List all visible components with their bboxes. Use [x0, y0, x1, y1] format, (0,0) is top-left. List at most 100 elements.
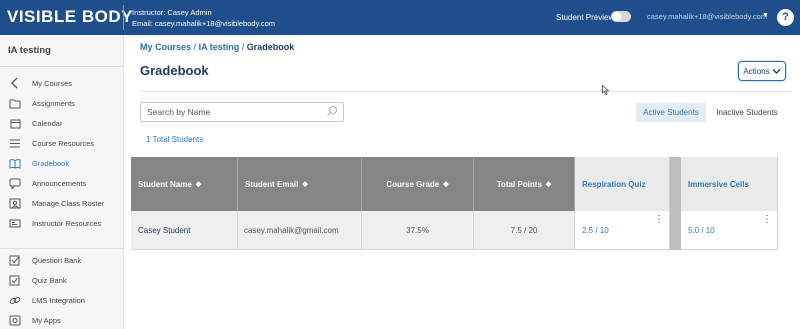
sidebar-item-label: Announcements: [32, 178, 87, 188]
cell-student-name[interactable]: Casey Student: [131, 211, 238, 250]
link-icon: [9, 294, 21, 306]
sidebar-item-my-apps[interactable]: My Apps: [0, 311, 124, 329]
sidebar-divider: [0, 66, 124, 67]
sidebar-item-label: Manage Class Roster: [32, 198, 105, 208]
column-header-student-name[interactable]: Student Name ◆: [131, 157, 238, 211]
actions-label: Actions: [743, 66, 770, 76]
instructor-email: Email: casey.mahalik+18@visiblebody.com: [132, 19, 276, 28]
sidebar-item-lms-integration[interactable]: LMS Integration: [0, 291, 124, 309]
more-options-icon[interactable]: ⋮: [762, 215, 772, 225]
sidebar-item-label: Gradebook: [32, 158, 70, 168]
column-gap: [670, 157, 681, 250]
sidebar-item-manage-class-roster[interactable]: Manage Class Roster: [0, 194, 124, 212]
toggle-knob: [612, 12, 621, 21]
sidebar-item-instructor-resources[interactable]: Instructor Resources: [0, 214, 124, 232]
mouse-cursor-icon: [602, 85, 610, 95]
column-header-label: Immersive Cells: [688, 179, 749, 189]
cell-immersive-cells[interactable]: 5.0 / 10 ⋮: [681, 211, 778, 250]
breadcrumb-separator: /: [241, 42, 245, 52]
sidebar-item-label: LMS Integration: [32, 295, 85, 305]
sidebar: IA testing My Courses Assignments Calend…: [0, 35, 124, 329]
logo-divider: [123, 5, 124, 30]
sidebar-item-label: Course Resources: [32, 138, 95, 148]
more-options-icon[interactable]: ⋮: [654, 215, 664, 225]
column-header-student-email[interactable]: Student Email ◆: [238, 157, 362, 211]
column-header-course-grade[interactable]: Course Grade ◆: [362, 157, 474, 211]
student-preview-label: Student Preview: [556, 13, 615, 22]
apps-icon: [9, 314, 21, 326]
user-menu[interactable]: casey.mahalik+18@visiblebody.com: [647, 12, 767, 21]
actions-button[interactable]: Actions: [738, 61, 786, 81]
breadcrumb-current: Gradebook: [246, 42, 295, 52]
sidebar-item-label: My Courses: [32, 78, 73, 88]
column-header-label: Student Name: [138, 179, 192, 189]
list-icon: [9, 137, 21, 149]
column-header-label: Total Points: [496, 179, 542, 189]
sidebar-item-label: Instructor Resources: [32, 218, 102, 228]
page-title: Gradebook: [140, 63, 209, 78]
sidebar-item-gradebook[interactable]: Gradebook: [0, 154, 124, 172]
student-name-link[interactable]: Casey Student: [138, 226, 190, 235]
sort-icon[interactable]: ◆: [196, 180, 201, 188]
column-header-label: Respiration Quiz: [582, 179, 646, 189]
instructor-info: Instructor: Casey Admin Email: casey.mah…: [132, 7, 275, 29]
sidebar-item-calendar[interactable]: Calendar: [0, 114, 124, 132]
total-points-text: 7.5 / 20: [510, 225, 538, 235]
course-title: IA testing: [8, 45, 51, 56]
column-header-total-points[interactable]: Total Points ◆: [474, 157, 575, 211]
book-icon: [9, 157, 21, 169]
sidebar-item-announcements[interactable]: Announcements: [0, 174, 124, 192]
help-button[interactable]: ?: [777, 9, 794, 26]
checkbox-icon: [9, 254, 21, 266]
calendar-icon: [9, 117, 21, 129]
column-header-label: Student Email: [245, 179, 299, 189]
search-icon[interactable]: [326, 105, 338, 117]
cell-course-grade: 37.5%: [362, 211, 474, 250]
filter-inactive-students[interactable]: Inactive Students: [710, 103, 784, 122]
course-grade-text: 37.5%: [406, 225, 429, 235]
cell-respiration-quiz[interactable]: 2.5 / 10 ⋮: [575, 211, 670, 250]
chevron-down-icon: [772, 68, 781, 74]
folder-icon: [9, 97, 21, 109]
column-header-label: Course Grade: [386, 179, 440, 189]
breadcrumb: My Courses / IA testing / Gradebook: [140, 42, 294, 52]
total-students-link[interactable]: 1 Total Students: [146, 135, 203, 144]
sort-icon[interactable]: ◆: [546, 180, 551, 188]
filter-active-students[interactable]: Active Students: [636, 103, 706, 122]
sidebar-item-quiz-bank[interactable]: Quiz Bank: [0, 271, 124, 289]
student-preview-toggle[interactable]: [611, 11, 631, 22]
title-divider: [140, 91, 792, 92]
chevron-left-icon: [9, 77, 21, 89]
gradebook-table: Student Name ◆ Student Email ◆ Course Grad…: [131, 157, 792, 250]
sidebar-item-label: Quiz Bank: [32, 275, 67, 285]
sidebar-divider: [0, 248, 124, 249]
column-header-immersive-cells[interactable]: Immersive Cells: [681, 157, 778, 211]
visible-body-logo[interactable]: VISIBLE BODY: [7, 6, 133, 28]
cell-total-points: 7.5 / 20: [474, 211, 575, 250]
sidebar-item-assignments[interactable]: Assignments: [0, 94, 124, 112]
sidebar-item-label: Assignments: [32, 98, 75, 108]
sort-icon[interactable]: ◆: [302, 180, 307, 188]
sidebar-item-label: Question Bank: [32, 255, 82, 265]
quiz-score-link[interactable]: 5.0 / 10: [688, 226, 715, 235]
quiz-score-link[interactable]: 2.5 / 10: [582, 226, 609, 235]
chat-icon: [9, 177, 21, 189]
sidebar-item-course-resources[interactable]: Course Resources: [0, 134, 124, 152]
cell-student-email: casey.mahalik@gmail.com: [238, 211, 362, 250]
caret-down-icon[interactable]: ▼: [762, 12, 769, 19]
search-input[interactable]: Search by Name: [140, 102, 344, 122]
top-bar: VISIBLE BODY Instructor: Casey Admin Ema…: [0, 0, 800, 35]
sort-icon[interactable]: ◆: [443, 180, 448, 188]
instructor-name: Instructor: Casey Admin: [132, 8, 212, 17]
breadcrumb-course[interactable]: IA testing: [199, 42, 240, 52]
student-email-text: casey.mahalik@gmail.com: [244, 225, 339, 235]
sidebar-item-label: My Apps: [32, 315, 61, 325]
sidebar-item-label: Calendar: [32, 118, 63, 128]
breadcrumb-my-courses[interactable]: My Courses: [140, 42, 191, 52]
sidebar-item-my-courses[interactable]: My Courses: [0, 74, 124, 92]
column-header-respiration-quiz[interactable]: Respiration Quiz: [575, 157, 670, 211]
sidebar-item-question-bank[interactable]: Question Bank: [0, 251, 124, 269]
breadcrumb-separator: /: [193, 42, 197, 52]
roster-icon: [9, 197, 21, 209]
quiz-check-icon: [9, 274, 21, 286]
